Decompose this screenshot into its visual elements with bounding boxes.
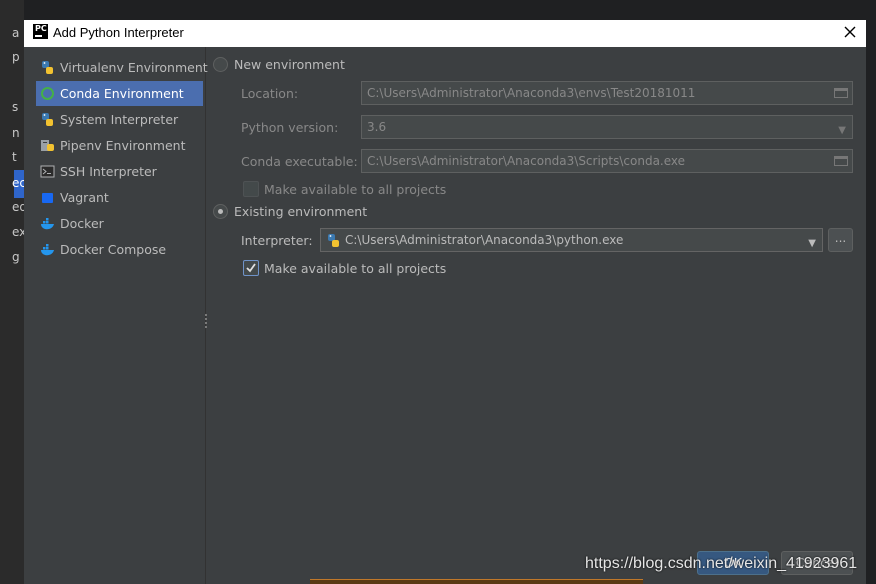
- sidebar-item-label: Vagrant: [60, 190, 109, 205]
- sidebar-item-conda[interactable]: Conda Environment: [36, 81, 203, 106]
- add-python-interpreter-dialog: PC Add Python Interpreter Virtualenv Env…: [24, 20, 866, 584]
- pycharm-logo-icon: PC: [33, 24, 48, 39]
- sidebar-item-docker[interactable]: Docker: [36, 211, 203, 236]
- sidebar-item-label: System Interpreter: [60, 112, 179, 127]
- sidebar-item-label: SSH Interpreter: [60, 164, 157, 179]
- interpreter-settings-panel: New environment Location: C:\Users\Admin…: [207, 47, 866, 584]
- existing-environment-radio[interactable]: [213, 204, 228, 219]
- existing-env-make-available-checkbox[interactable]: [243, 260, 259, 276]
- python-icon: [42, 61, 53, 74]
- conda-executable-label: Conda executable:: [241, 154, 358, 169]
- ide-background-char: ec: [12, 176, 24, 190]
- taskbar-highlight: [310, 579, 643, 584]
- terminal-icon: [40, 165, 55, 178]
- existing-env-make-available-label: Make available to all projects: [264, 261, 447, 276]
- new-environment-label: New environment: [234, 57, 345, 72]
- sidebar-item-label: Virtualenv Environment: [60, 60, 208, 75]
- chevron-down-icon: ▼: [808, 238, 816, 249]
- ide-background-char: p: [12, 50, 20, 64]
- ide-background-strip: a p s n t ec ed ex g: [0, 0, 24, 584]
- interpreter-label: Interpreter:: [241, 233, 313, 248]
- vagrant-icon: [42, 193, 53, 203]
- python-version-label: Python version:: [241, 120, 339, 135]
- docker-icon: [41, 244, 54, 256]
- ide-background-char: a: [12, 26, 20, 40]
- docker-icon: [41, 218, 54, 230]
- sidebar-item-ssh[interactable]: SSH Interpreter: [36, 159, 203, 184]
- ide-background-char: ex: [12, 225, 24, 239]
- folder-icon[interactable]: [834, 156, 848, 166]
- sidebar-item-pipenv[interactable]: Pipenv Environment: [36, 133, 203, 158]
- location-value: C:\Users\Administrator\Anaconda3\envs\Te…: [367, 86, 696, 100]
- interpreter-value: C:\Users\Administrator\Anaconda3\python.…: [345, 233, 624, 247]
- python-version-select[interactable]: 3.6 ▼: [361, 115, 853, 139]
- location-field[interactable]: C:\Users\Administrator\Anaconda3\envs\Te…: [361, 81, 853, 105]
- sidebar-item-label: Conda Environment: [60, 86, 184, 101]
- conda-executable-value: C:\Users\Administrator\Anaconda3\Scripts…: [367, 154, 686, 168]
- sidebar-item-vagrant[interactable]: Vagrant: [36, 185, 203, 210]
- interpreter-type-list: Virtualenv Environment Conda Environment…: [24, 47, 208, 584]
- python-icon: [328, 234, 339, 247]
- sidebar-item-system-interpreter[interactable]: System Interpreter: [36, 107, 203, 132]
- folder-icon[interactable]: [834, 88, 848, 98]
- ide-background-char: n: [12, 126, 20, 140]
- browse-interpreter-button[interactable]: ...: [828, 228, 853, 252]
- new-environment-radio[interactable]: [213, 57, 228, 72]
- close-icon: [844, 26, 856, 38]
- dialog-title: Add Python Interpreter: [53, 25, 184, 40]
- checkmark-icon: [246, 263, 256, 273]
- sidebar-item-label: Pipenv Environment: [60, 138, 186, 153]
- title-bar: PC Add Python Interpreter: [24, 20, 866, 47]
- conda-icon: [41, 87, 54, 100]
- pipenv-icon: [41, 140, 54, 151]
- new-env-make-available-checkbox[interactable]: [243, 181, 259, 197]
- interpreter-select[interactable]: C:\Users\Administrator\Anaconda3\python.…: [320, 228, 823, 252]
- location-label: Location:: [241, 86, 299, 101]
- existing-environment-label: Existing environment: [234, 204, 368, 219]
- sidebar-item-label: Docker Compose: [60, 242, 167, 257]
- python-version-value: 3.6: [367, 120, 387, 134]
- python-icon: [42, 113, 53, 126]
- sidebar-item-docker-compose[interactable]: Docker Compose: [36, 237, 203, 262]
- ide-background-char: t: [12, 150, 17, 164]
- watermark-text: https://blog.csdn.net/weixin_41923961: [585, 555, 858, 572]
- sidebar-item-label: Docker: [60, 216, 104, 231]
- close-button[interactable]: [840, 22, 860, 44]
- ide-background-char: s: [12, 100, 19, 114]
- ide-background-char: g: [12, 250, 20, 264]
- sidebar-item-virtualenv[interactable]: Virtualenv Environment: [36, 55, 208, 80]
- chevron-down-icon: ▼: [838, 125, 846, 136]
- conda-executable-field[interactable]: C:\Users\Administrator\Anaconda3\Scripts…: [361, 149, 853, 173]
- new-env-make-available-label: Make available to all projects: [264, 182, 447, 197]
- ide-background-char: ed: [12, 200, 24, 214]
